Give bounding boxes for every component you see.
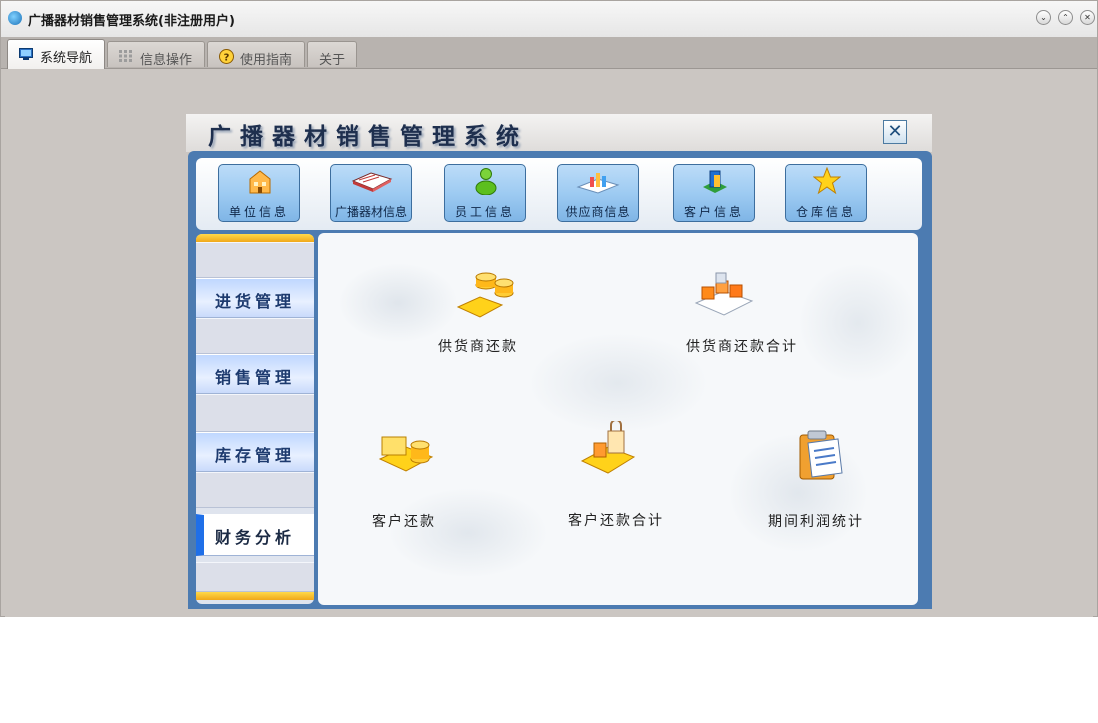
sidebar-spacer [196, 394, 314, 432]
supplier-repayment-total-button[interactable]: 供货商还款合计 [678, 267, 818, 367]
supplier-icon [576, 173, 620, 194]
function-label: 期间利润统计 [768, 514, 864, 530]
customer-repayment-total-button[interactable]: 客户还款合计 [558, 421, 688, 531]
equipment-info-button[interactable]: 广播器材信息 [330, 164, 412, 222]
customer-info-button[interactable]: 客户信息 [673, 164, 755, 222]
app-logo-icon [8, 11, 22, 25]
sidebar-spacer [196, 318, 314, 354]
lock-cart-icon [580, 421, 636, 474]
tab-user-guide[interactable]: ? 使用指南 [207, 41, 305, 68]
sidebar-item-sales[interactable]: 销售管理 [196, 354, 314, 394]
toolbar-label: 客户信息 [683, 205, 744, 219]
sidebar-item-finance[interactable]: 财务分析 [196, 514, 314, 556]
supplier-repayment-button[interactable]: 供货商还款 [428, 267, 548, 367]
function-label: 供货商还款 [438, 339, 518, 355]
toolbar-label: 单位信息 [228, 205, 289, 219]
supplier-info-button[interactable]: 供应商信息 [557, 164, 639, 222]
tab-label: 信息操作 [140, 53, 193, 68]
cubes-icon [694, 272, 754, 316]
period-profit-stats-button[interactable]: 期间利润统计 [758, 429, 888, 530]
sidebar-item-label: 库存管理 [215, 446, 296, 465]
restore-button[interactable]: ⌃ [1058, 10, 1073, 25]
star-icon [813, 167, 841, 195]
function-label: 客户还款 [372, 514, 436, 530]
title-bar: 广播器材销售管理系统(非注册用户) ⌄ ⌃ ✕ [1, 1, 1097, 38]
person-icon [475, 168, 497, 195]
monitor-icon [19, 48, 33, 60]
info-toolbar: 单位信息 广播器材信息 员工信息 供应商信息 客户信息 仓库信息 [196, 158, 922, 230]
sidebar-item-label: 财务分析 [215, 528, 296, 547]
sidebar-spacer [196, 562, 314, 592]
panel-header: 广播器材销售管理系统 ✕ [186, 114, 932, 152]
sidebar-bottom-stripe [196, 592, 314, 600]
coins-cart-icon [378, 436, 434, 472]
warehouse-info-button[interactable]: 仓库信息 [785, 164, 867, 222]
close-panel-button[interactable]: ✕ [883, 120, 907, 144]
toolbar-label: 仓库信息 [795, 205, 856, 219]
tab-about[interactable]: 关于 [307, 41, 357, 68]
marble-background [318, 233, 918, 605]
function-label: 客户还款合计 [568, 513, 664, 529]
unit-info-button[interactable]: 单位信息 [218, 164, 300, 222]
toolbar-label: 供应商信息 [565, 205, 631, 219]
help-icon: ? [219, 49, 234, 64]
sidebar-spacer [196, 242, 314, 278]
customer-repayment-button[interactable]: 客户还款 [358, 429, 468, 530]
employee-info-button[interactable]: 员工信息 [444, 164, 526, 222]
sidebar-spacer [196, 472, 314, 508]
grid-icon [119, 50, 132, 62]
tab-label: 系统导航 [40, 51, 93, 66]
navigation-panel: 广播器材销售管理系统 ✕ 单位信息 广播器材信息 员工信息 供应商信息 客户信息… [186, 114, 932, 609]
tab-label: 使用指南 [240, 53, 293, 68]
sidebar-top-stripe [196, 234, 314, 242]
tab-label: 关于 [319, 53, 346, 68]
tab-strip: 系统导航 信息操作 ? 使用指南 关于 [1, 37, 1097, 69]
svg-text:?: ? [224, 53, 230, 64]
customer-icon [703, 170, 727, 193]
panel-title: 广播器材销售管理系统 [208, 123, 528, 150]
sidebar-item-purchase[interactable]: 进货管理 [196, 278, 314, 318]
minimize-button[interactable]: ⌄ [1036, 10, 1051, 25]
coins-icon [456, 272, 514, 318]
sidebar-item-label: 销售管理 [215, 368, 296, 387]
finance-function-area: 供货商还款 供货商还款合计 客户还款 客户还款合计 期间利润统计 [318, 233, 918, 605]
sidebar-item-inventory[interactable]: 库存管理 [196, 432, 314, 472]
window-title: 广播器材销售管理系统(非注册用户) [28, 14, 235, 29]
clipboard-icon [799, 430, 843, 480]
panel-body: 单位信息 广播器材信息 员工信息 供应商信息 客户信息 仓库信息 进货管理 销售… [188, 151, 932, 609]
book-icon [351, 172, 393, 192]
building-icon [249, 170, 271, 194]
module-sidebar: 进货管理 销售管理 库存管理 财务分析 [196, 234, 314, 604]
toolbar-label: 员工信息 [454, 205, 515, 219]
close-window-button[interactable]: ✕ [1080, 10, 1095, 25]
function-label: 供货商还款合计 [686, 339, 798, 355]
tab-info-operation[interactable]: 信息操作 [107, 41, 205, 68]
tab-system-navigation[interactable]: 系统导航 [7, 39, 105, 69]
sidebar-item-label: 进货管理 [215, 292, 296, 311]
toolbar-label: 广播器材信息 [334, 205, 407, 219]
